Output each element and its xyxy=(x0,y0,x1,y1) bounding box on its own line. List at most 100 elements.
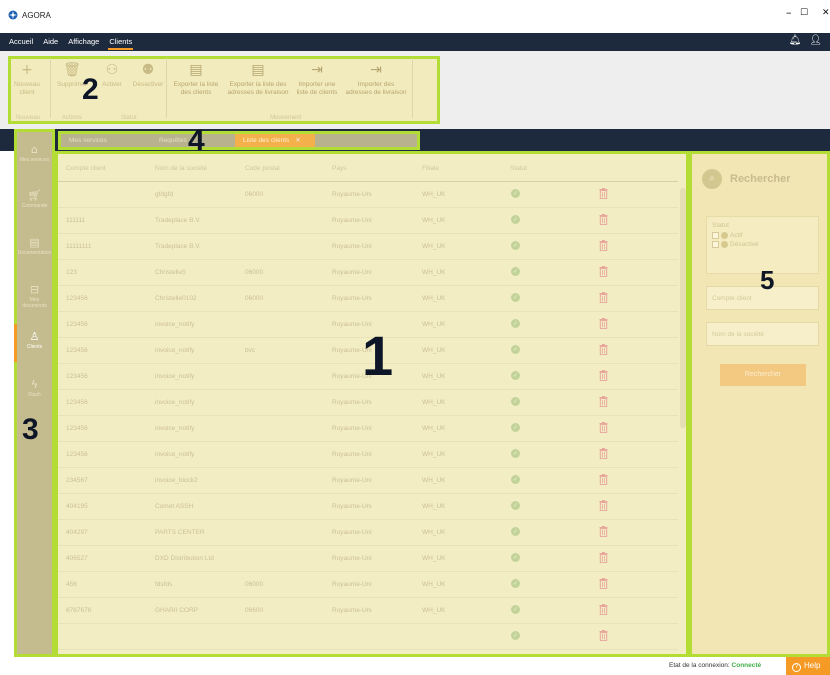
deactivate-button[interactable]: ⚉ Désactiver xyxy=(131,62,165,89)
menu-affichage[interactable]: Affichage xyxy=(63,33,104,51)
close-window-button[interactable]: ✕ xyxy=(822,8,830,18)
sidebar-item-clients[interactable]: ♙ Clients xyxy=(17,330,52,350)
column-header[interactable]: Nom de la société xyxy=(155,165,207,172)
company-name-input[interactable]: Nom de la société xyxy=(706,322,819,346)
new-client-button[interactable]: + Nouveau client xyxy=(12,62,42,97)
table-cell: 404297 xyxy=(66,529,88,536)
table-row[interactable]: 406527 DXD Distribution Ltd Royaume-Uni WH_… xyxy=(58,546,678,572)
menu-clients[interactable]: Clients xyxy=(104,33,137,51)
sidebar-item-flash[interactable]: ϟ Flash xyxy=(17,378,52,398)
column-header[interactable]: Pays xyxy=(332,165,346,172)
status-option-actif[interactable]: Actif xyxy=(712,232,813,239)
window-title: AGORA xyxy=(22,10,51,20)
table-cell: 456 xyxy=(66,581,77,588)
table-row[interactable]: 456 fdsfds 06000 Royaume-Uni WH_UK ✓ xyxy=(58,572,678,598)
table-scrollbar[interactable] xyxy=(680,188,686,428)
menu-accueil[interactable]: Accueil xyxy=(4,33,38,51)
table-cell: 123456 xyxy=(66,373,88,380)
column-header[interactable]: Filiale xyxy=(422,165,439,172)
help-button[interactable]: ? Help xyxy=(786,657,830,675)
close-tab-icon[interactable]: ✕ xyxy=(295,137,300,144)
delete-row-icon[interactable] xyxy=(599,448,608,459)
table-cell: 123456 xyxy=(66,451,88,458)
delete-row-icon[interactable] xyxy=(599,266,608,277)
menu-aide[interactable]: Aide xyxy=(38,33,63,51)
checkbox-actif[interactable] xyxy=(712,232,719,239)
table-row[interactable]: ✓ xyxy=(58,624,678,650)
delete-row-icon[interactable] xyxy=(599,188,608,199)
table-row[interactable]: 123456 invoice_notify Royaume-Uni WH_UK ✓ xyxy=(58,390,678,416)
clients-table-panel: Compte client Nom de la société Code pos… xyxy=(55,151,689,657)
table-row[interactable]: 111111 Tradeplace B.V. Royaume-Uni WH_UK ✓ xyxy=(58,208,678,234)
table-cell: 06600 xyxy=(245,607,264,614)
delete-row-icon[interactable] xyxy=(599,630,608,641)
search-button[interactable]: Rechercher xyxy=(720,364,806,386)
table-cell: Royaume-Uni xyxy=(332,555,372,562)
maximize-button[interactable]: ☐ xyxy=(800,8,808,18)
minimize-button[interactable]: – xyxy=(786,6,792,19)
table-row[interactable]: 6767676 GHARII CORP 06600 Royaume-Uni WH_UK ✓ xyxy=(58,598,678,624)
table-header: Compte client Nom de la société Code pos… xyxy=(58,154,678,182)
delete-row-icon[interactable] xyxy=(599,474,608,485)
delete-row-icon[interactable] xyxy=(599,500,608,511)
delete-row-icon[interactable] xyxy=(599,240,608,251)
table-row[interactable]: 123456 invoice_notify Royaume-Uni WH_UK ✓ xyxy=(58,416,678,442)
annotation-number: 4 xyxy=(188,124,205,157)
menu-bar: Accueil Aide Affichage Clients 🔔︎ 👤︎ xyxy=(0,33,830,51)
table-cell: WH_UK xyxy=(422,321,446,328)
export-addresses-button[interactable]: ▤ Exporter la liste des adresses de livr… xyxy=(225,62,291,97)
delete-row-icon[interactable] xyxy=(599,604,608,615)
table-cell: Christelle0102 xyxy=(155,295,197,302)
status-active-icon: ✓ xyxy=(511,319,520,328)
sidebar-item-mes-documents[interactable]: ⊟ Mes documents xyxy=(17,283,52,309)
user-icon[interactable]: 👤︎ xyxy=(809,35,822,46)
delete-row-icon[interactable] xyxy=(599,370,608,381)
table-cell: Royaume-Uni xyxy=(332,399,372,406)
delete-row-icon[interactable] xyxy=(599,344,608,355)
status-option-desactive[interactable]: Désactivé xyxy=(712,241,813,248)
status-bar: Etat de la connexion: Connecté ? Help xyxy=(0,657,830,675)
column-header[interactable]: Compte client xyxy=(66,165,106,172)
import-clients-button[interactable]: ⇥ Importer une liste de clients xyxy=(292,62,342,97)
delete-row-icon[interactable] xyxy=(599,292,608,303)
table-row[interactable]: gfdgfd 06000 Royaume-Uni WH_UK ✓ xyxy=(58,182,678,208)
status-active-icon: ✓ xyxy=(511,397,520,406)
delete-row-icon[interactable] xyxy=(599,396,608,407)
delete-row-icon[interactable] xyxy=(599,318,608,329)
delete-row-icon[interactable] xyxy=(599,578,608,589)
export-clients-button[interactable]: ▤ Exporter la liste des clients xyxy=(168,62,224,97)
status-filter-label: Statut xyxy=(712,222,729,229)
table-cell: GHARII CORP xyxy=(155,607,198,614)
bell-icon[interactable]: 🔔︎ xyxy=(789,35,802,46)
table-cell: invoice_notify xyxy=(155,425,195,432)
plus-icon: + xyxy=(21,62,33,78)
delete-row-icon[interactable] xyxy=(599,422,608,433)
status-active-icon: ✓ xyxy=(511,189,520,198)
table-cell: Royaume-Uni xyxy=(332,243,372,250)
table-row[interactable]: 404195 Comet ASSH Royaume-Uni WH_UK ✓ xyxy=(58,494,678,520)
connection-status: Etat de la connexion: Connecté xyxy=(669,662,762,669)
delete-row-icon[interactable] xyxy=(599,214,608,225)
delete-row-icon[interactable] xyxy=(599,552,608,563)
tab-mes-services[interactable]: Mes services xyxy=(61,134,151,147)
table-row[interactable]: 11111111 Tradeplace B.V. Royaume-Uni WH_UK ✓ xyxy=(58,234,678,260)
table-cell: Royaume-Uni xyxy=(332,295,372,302)
delete-row-icon[interactable] xyxy=(599,526,608,537)
table-row[interactable]: 123 Christelle5 06000 Royaume-Uni WH_UK ✓ xyxy=(58,260,678,286)
activate-button[interactable]: ⚇ Activer xyxy=(95,62,129,89)
import-addresses-button[interactable]: ⇥ Importer des adresses de livraison xyxy=(344,62,408,97)
table-row[interactable]: 404297 PARTS CENTER Royaume-Uni WH_UK ✓ xyxy=(58,520,678,546)
table-row[interactable]: 123456 Christelle0102 06000 Royaume-Uni WH_U… xyxy=(58,286,678,312)
group-label-statut: Statut xyxy=(121,115,137,121)
table-row[interactable]: 234567 invoice_block2 Royaume-Uni WH_UK ✓ xyxy=(58,468,678,494)
table-cell: WH_UK xyxy=(422,295,446,302)
status-active-icon: ✓ xyxy=(511,267,520,276)
sidebar-item-mes-services[interactable]: ⌂ Mes services xyxy=(17,143,52,163)
sidebar-item-documentation[interactable]: ▤ Documentation xyxy=(17,236,52,256)
column-header[interactable]: Code postal xyxy=(245,165,280,172)
column-header[interactable]: Statut xyxy=(510,165,527,172)
sidebar-item-commande[interactable]: 🛒︎ Commande xyxy=(17,189,52,209)
tab-liste-des-clients[interactable]: Liste des clients ✕ xyxy=(235,134,315,147)
checkbox-desactive[interactable] xyxy=(712,241,719,248)
table-row[interactable]: 123456 invoice_notify Royaume-Uni WH_UK ✓ xyxy=(58,442,678,468)
